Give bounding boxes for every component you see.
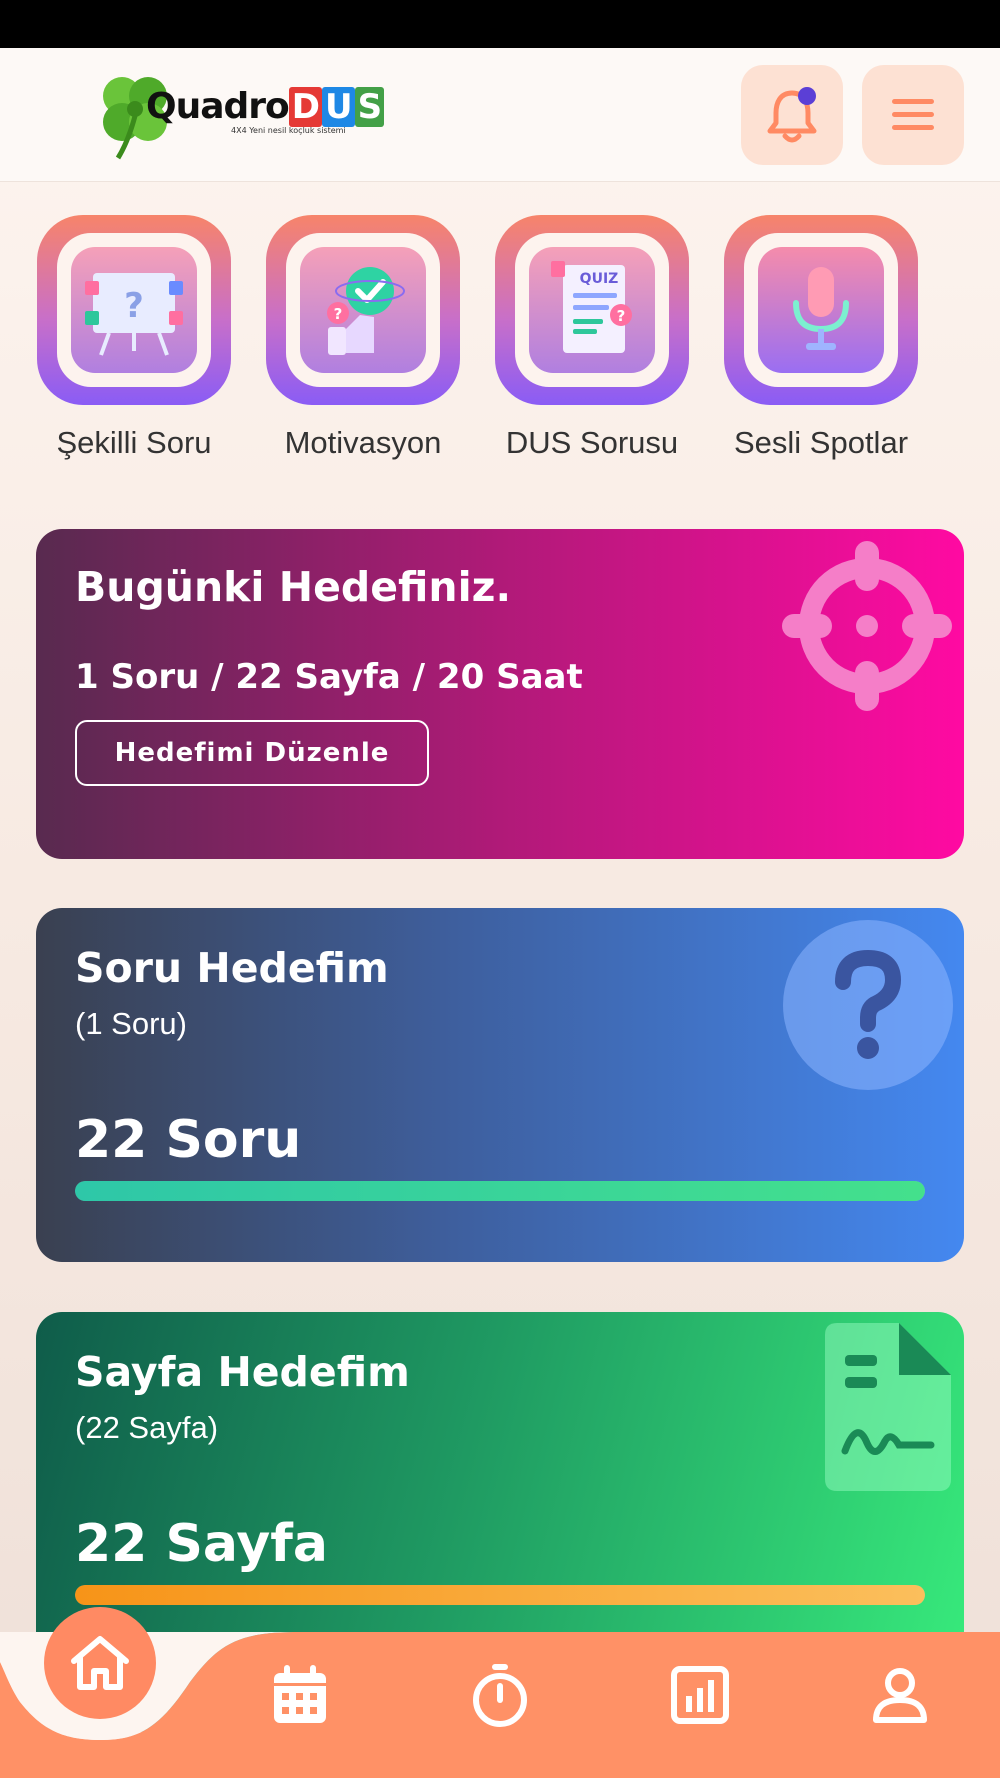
svg-text:?: ?	[334, 305, 343, 323]
svg-text:QUIZ: QUIZ	[580, 271, 619, 287]
tab-stats[interactable]	[655, 1650, 745, 1740]
category-sekilli-soru[interactable]: ? Şekilli Soru	[36, 215, 232, 461]
category-dus-sorusu[interactable]: QUIZ ? DUS Sorusu	[494, 215, 690, 461]
home-icon	[71, 1636, 129, 1690]
page-goal-progress	[75, 1585, 925, 1605]
presentation-board-icon: ?	[71, 247, 197, 373]
category-label: Sesli Spotlar	[733, 425, 909, 460]
question-goal-subtitle: (1 Soru)	[75, 1006, 187, 1041]
question-goal-progress	[75, 1181, 925, 1201]
today-goal-card: Bugünki Hedefiniz. 1 Soru / 22 Sayfa / 2…	[36, 529, 964, 859]
page-goal-subtitle: (22 Sayfa)	[75, 1410, 219, 1445]
page-goal-title: Sayfa Hedefim	[75, 1348, 410, 1396]
today-goal-summary: 1 Soru / 22 Sayfa / 20 Saat	[75, 657, 583, 697]
thumbs-up-check-icon: ?	[300, 247, 426, 373]
svg-text:?: ?	[124, 286, 144, 326]
menu-button[interactable]	[862, 65, 964, 165]
category-icon-frame: ?	[266, 215, 460, 405]
category-label: DUS Sorusu	[505, 425, 679, 460]
page-goal-progress-fill	[75, 1585, 925, 1605]
quiz-icon: QUIZ ?	[529, 247, 655, 373]
category-label: Motivasyon	[284, 425, 442, 460]
calendar-icon	[274, 1665, 326, 1723]
logo-tagline: 4X4 Yeni nesil koçluk sistemi	[231, 126, 346, 135]
tab-timer[interactable]	[455, 1650, 545, 1740]
question-mark-icon	[783, 920, 953, 1090]
status-bar	[0, 0, 1000, 48]
bar-chart-icon	[671, 1666, 729, 1724]
edit-goal-button[interactable]: Hedefimi Düzenle	[75, 720, 429, 786]
page-goal-value: 22 Sayfa	[75, 1514, 329, 1574]
logo-wordmark: QuadroD U S	[146, 86, 385, 127]
crosshair-target-icon	[782, 541, 952, 711]
category-shortcuts: ? Şekilli Soru ? Motivasyon QUIZ ? DUS S…	[0, 215, 1000, 475]
svg-text:?: ?	[617, 307, 626, 325]
category-icon-frame	[724, 215, 918, 405]
question-goal-card[interactable]: Soru Hedefim (1 Soru) 22 Soru	[36, 908, 964, 1262]
question-goal-value: 22 Soru	[75, 1110, 302, 1170]
category-icon-frame: ?	[37, 215, 231, 405]
question-goal-title: Soru Hedefim	[75, 944, 389, 992]
microphone-icon	[758, 247, 884, 373]
tab-home[interactable]	[44, 1607, 156, 1719]
tab-calendar[interactable]	[255, 1650, 345, 1740]
today-goal-title: Bugünki Hedefiniz.	[75, 563, 512, 611]
tab-profile[interactable]	[855, 1650, 945, 1740]
category-sesli-spotlar[interactable]: Sesli Spotlar	[723, 215, 919, 461]
category-motivasyon[interactable]: ? Motivasyon	[265, 215, 461, 461]
app-logo[interactable]: QuadroD U S 4X4 Yeni nesil koçluk sistemi	[96, 66, 406, 162]
notification-button[interactable]	[741, 65, 843, 165]
user-icon	[873, 1668, 927, 1723]
bell-icon	[767, 87, 817, 143]
hamburger-menu-icon	[892, 99, 934, 130]
category-label: Şekilli Soru	[56, 425, 212, 460]
question-goal-progress-fill	[75, 1181, 925, 1201]
signed-document-icon	[825, 1323, 951, 1491]
category-icon-frame: QUIZ ?	[495, 215, 689, 405]
stopwatch-icon	[473, 1664, 527, 1727]
